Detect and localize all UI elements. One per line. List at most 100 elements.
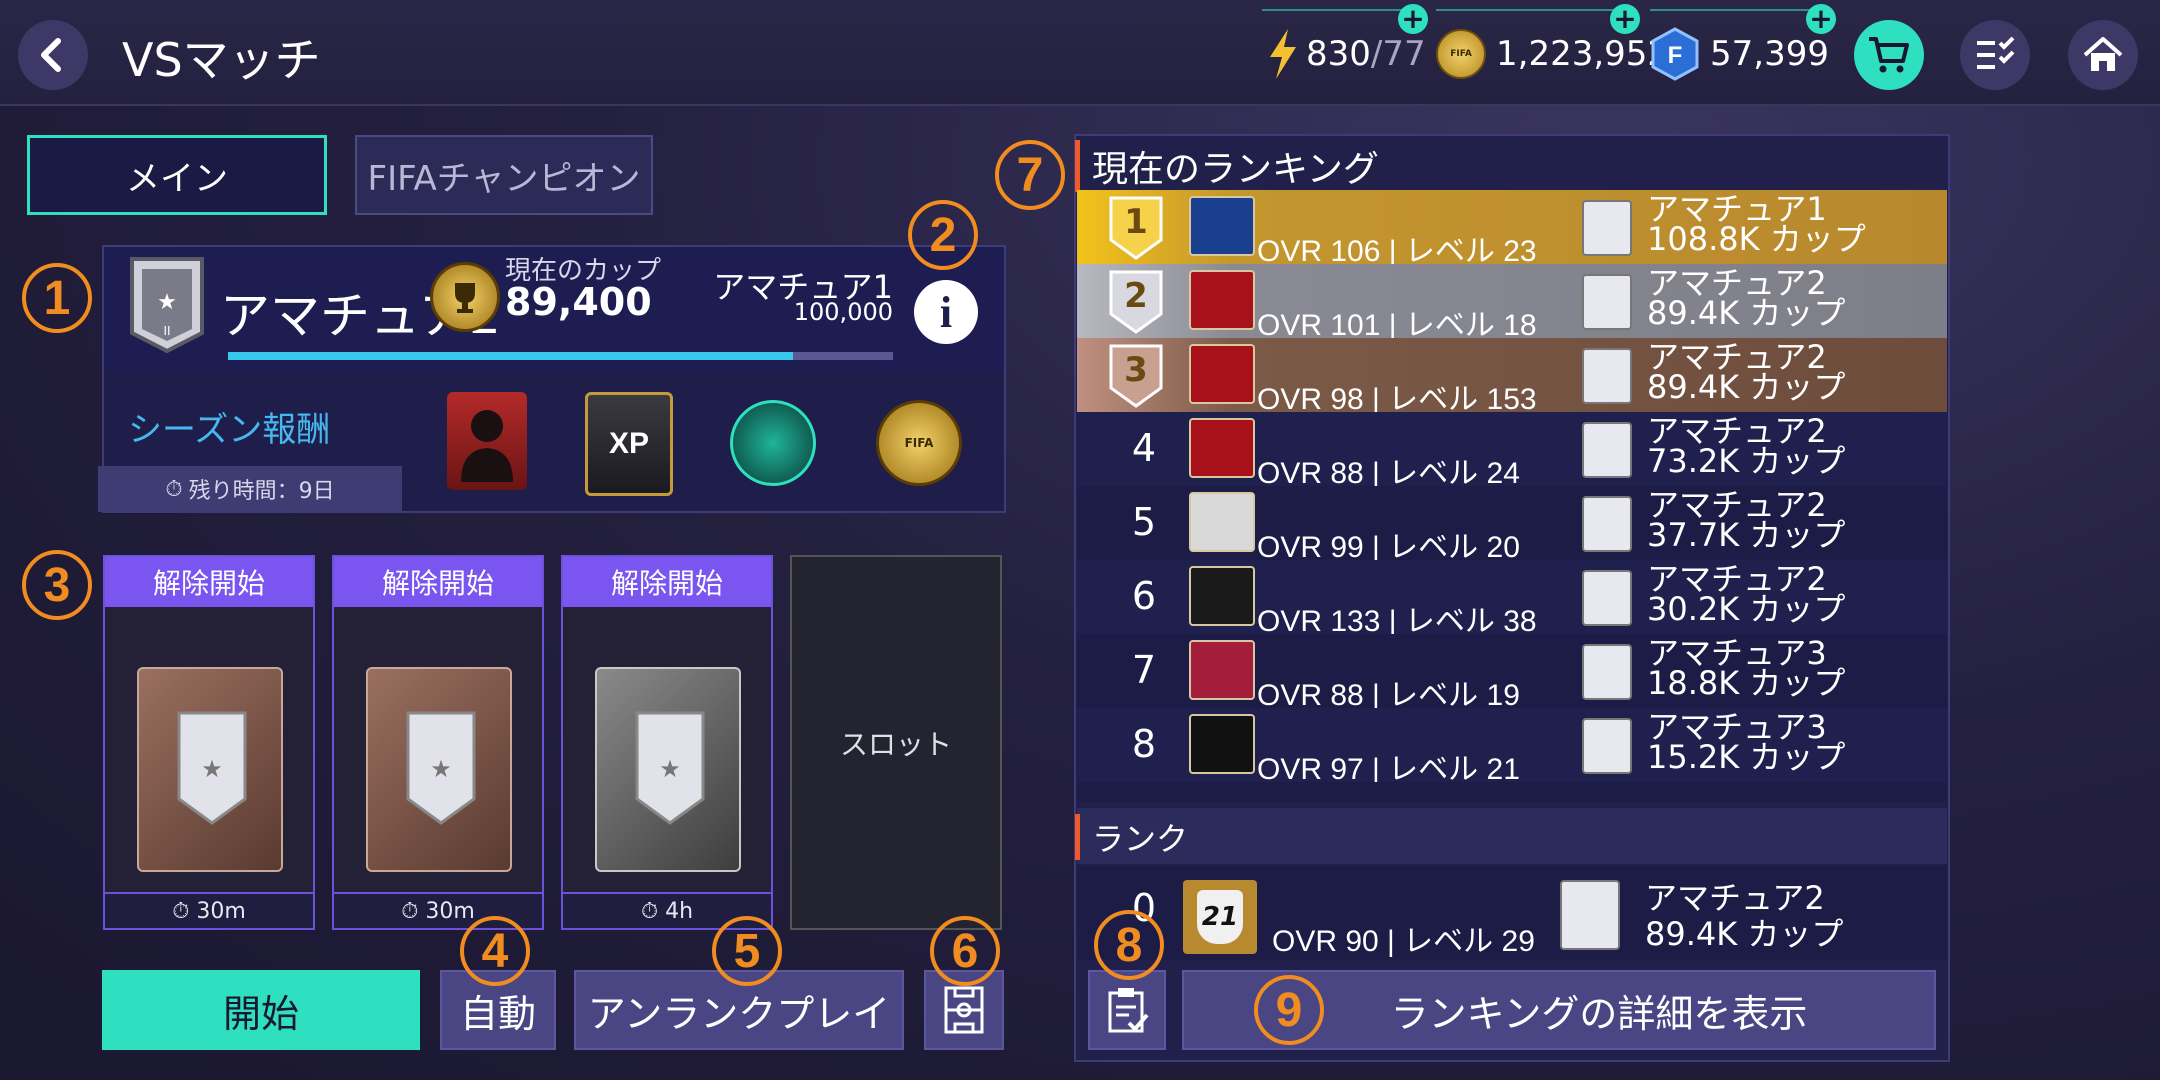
marker-1: 1 — [22, 263, 92, 333]
ranking-row[interactable]: 4 OVR 88 | レベル 24 アマチュア2 73.2K カップ — [1077, 412, 1947, 490]
ranking-row[interactable]: 1 OVR 106 | レベル 23 アマチュア1 108.8K カップ — [1077, 190, 1947, 268]
club-badge-icon — [1189, 640, 1255, 700]
clipboard-icon — [1108, 988, 1149, 1033]
pack-image: ★ — [595, 667, 741, 872]
energy-plus-button[interactable]: + — [1398, 4, 1428, 34]
marker-2: 2 — [908, 200, 978, 270]
tier-cups: 15.2K カップ — [1647, 738, 1846, 776]
ranking-row[interactable]: 5 OVR 99 | レベル 20 アマチュア2 37.7K カップ — [1077, 486, 1947, 564]
coins-value: 1,223,952 — [1496, 34, 1670, 74]
tier-badge-icon — [1582, 718, 1632, 774]
back-button[interactable] — [18, 20, 88, 90]
tier-badge-icon — [1582, 274, 1632, 330]
stopwatch-icon: ⏱ — [165, 476, 183, 502]
rank-medal-icon: 1 — [1101, 192, 1171, 262]
pack-time-text: 4h — [665, 898, 694, 924]
cup-icon — [430, 262, 500, 332]
my-cups: 89.4K カップ — [1645, 915, 1844, 953]
rank-progress-track — [228, 352, 893, 360]
svg-text:II: II — [163, 324, 170, 338]
remaining-time-text: 残り時間：9日 — [188, 479, 335, 504]
my-tier-badge — [1560, 880, 1620, 950]
tab-fifa-champion[interactable]: FIFAチャンピオン — [355, 135, 653, 215]
home-icon — [2083, 37, 2123, 71]
tier-cups: 89.4K カップ — [1647, 294, 1846, 332]
ranking-row[interactable]: 2 OVR 101 | レベル 18 アマチュア2 89.4K カップ — [1077, 264, 1947, 342]
tier-cups: 37.7K カップ — [1647, 516, 1846, 554]
ranking-row[interactable]: 8 OVR 97 | レベル 21 アマチュア3 15.2K カップ — [1077, 708, 1947, 786]
unlock-start-label: 解除開始 — [563, 557, 771, 607]
stopwatch-icon: ⏱ — [172, 898, 197, 924]
ranking-row[interactable]: 7 OVR 88 | レベル 19 アマチュア3 18.8K カップ — [1077, 634, 1947, 712]
history-button[interactable] — [1088, 970, 1166, 1050]
ranking-row[interactable]: 6 OVR 133 | レベル 38 アマチュア2 30.2K カップ — [1077, 560, 1947, 638]
pack-card-3[interactable]: 解除開始 ★ ⏱ 4h — [561, 555, 773, 930]
coins-plus-button[interactable]: + — [1610, 4, 1640, 34]
my-rank-title: ランク — [1075, 814, 1188, 860]
club-badge-icon — [1189, 492, 1255, 552]
checklist-icon — [1977, 36, 2015, 69]
svg-text:★: ★ — [659, 755, 681, 783]
my-club-badge-text: 21 — [1197, 890, 1243, 944]
pack-image: ★ — [366, 667, 512, 872]
marker-5: 5 — [712, 916, 782, 986]
ranking-list[interactable]: 1 OVR 106 | レベル 23 アマチュア1 108.8K カップ 2 OVR 10… — [1077, 190, 1947, 802]
cart-icon — [1869, 37, 1909, 73]
my-tier: アマチュア2 — [1645, 879, 1825, 917]
start-button[interactable]: 開始 — [102, 970, 420, 1050]
tab-main[interactable]: メイン — [27, 135, 327, 215]
cups-value: 89,400 — [505, 280, 652, 324]
pack-time-text: 30m — [196, 898, 246, 924]
stopwatch-icon: ⏱ — [640, 898, 666, 924]
pack-image: ★ — [137, 667, 283, 872]
tier-badge-icon — [1582, 570, 1632, 626]
pack-card-1[interactable]: 解除開始 ★ ⏱ 30m — [103, 555, 315, 930]
pitch-icon — [944, 986, 984, 1034]
marker-4: 4 — [460, 916, 530, 986]
tier-cups: 30.2K カップ — [1647, 590, 1846, 628]
shield-icon: ★ — [635, 711, 705, 825]
ranking-row[interactable]: 3 OVR 98 | レベル 153 アマチュア2 89.4K カップ — [1077, 338, 1947, 416]
points-value: 57,399 — [1710, 34, 1829, 74]
pack-card-2[interactable]: 解除開始 ★ ⏱ 30m — [332, 555, 544, 930]
season-reward-label: シーズン報酬 — [128, 410, 331, 450]
page-title: VSマッチ — [122, 33, 321, 87]
tier-badge-icon — [1582, 348, 1632, 404]
home-button[interactable] — [2068, 20, 2138, 90]
marker-6: 6 — [930, 916, 1000, 986]
points-plus-button[interactable]: + — [1806, 4, 1836, 34]
coins-line — [1436, 9, 1624, 11]
rank-badge-icon: ★ II — [130, 257, 204, 354]
tier-badge-icon — [1582, 200, 1632, 256]
info-button[interactable]: i — [914, 280, 978, 344]
my-rank-row: 0 21 OVR 90 | レベル 29 アマチュア2 89.4K カップ — [1077, 866, 1947, 960]
svg-text:★: ★ — [157, 290, 177, 315]
next-rank-cups: 100,000 — [793, 298, 893, 326]
shield-icon: ★ — [406, 711, 476, 825]
reward-kit-icon — [730, 400, 816, 486]
shield-icon: ★ — [177, 711, 247, 825]
marker-3: 3 — [22, 550, 92, 620]
tier-cups: 108.8K カップ — [1647, 220, 1866, 258]
reward-player-icon — [447, 392, 527, 490]
tier-badge-icon — [1582, 496, 1632, 552]
store-button[interactable] — [1854, 20, 1924, 90]
energy-value: 830 — [1306, 34, 1371, 74]
rank-position: 3 — [1124, 350, 1148, 390]
svg-text:★: ★ — [201, 755, 223, 783]
rank-progress-fill — [228, 352, 794, 360]
empty-slot: スロット — [790, 555, 1002, 930]
energy-line — [1262, 9, 1412, 11]
points-line — [1650, 9, 1820, 11]
reward-coin-icon: FIFA — [876, 400, 962, 486]
lightning-icon — [1270, 29, 1296, 79]
my-rank-header — [1077, 808, 1947, 864]
tier-badge-icon — [1582, 644, 1632, 700]
rank-position: 5 — [1131, 500, 1157, 544]
rank-medal-icon: 2 — [1101, 266, 1171, 336]
rank-position: 1 — [1124, 202, 1148, 242]
marker-7: 7 — [995, 140, 1065, 210]
tasks-button[interactable] — [1960, 20, 2030, 90]
ranking-title: 現在のランキング — [1075, 140, 1379, 192]
rank-position: 7 — [1131, 648, 1157, 692]
